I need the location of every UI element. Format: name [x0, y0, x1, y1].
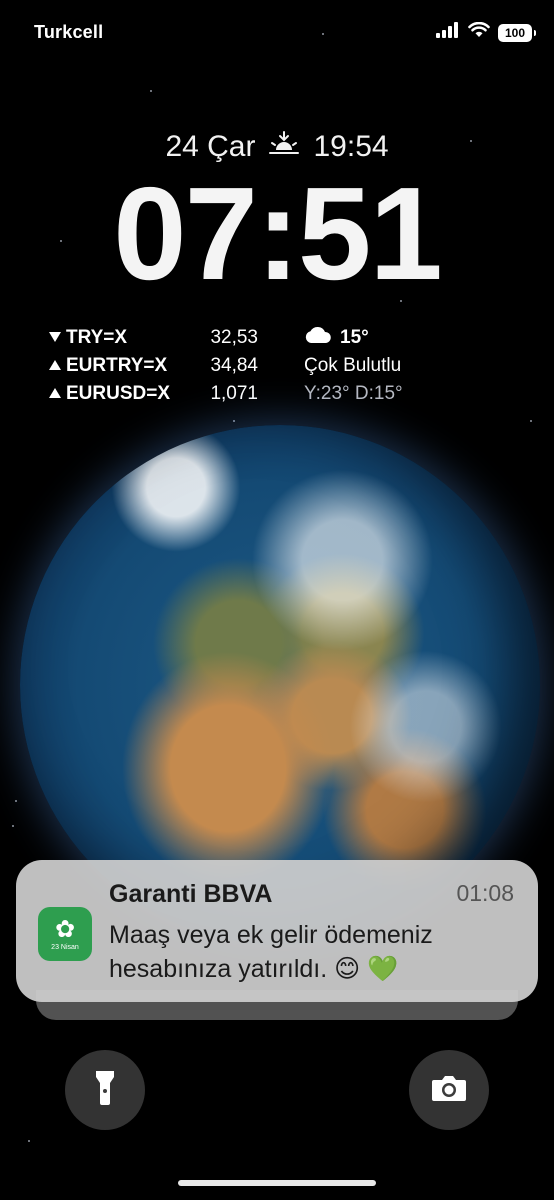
- weather-temp: 15°: [340, 327, 369, 348]
- flashlight-button[interactable]: [65, 1050, 145, 1130]
- notification-body: Maaş veya ek gelir ödemeniz hesabınıza y…: [109, 918, 519, 986]
- date-label: 24 Çar: [165, 130, 256, 163]
- down-arrow-icon: [48, 327, 62, 349]
- notification-app-name: Garanti BBVA: [109, 880, 273, 908]
- stock-symbol: EURTRY=X: [66, 355, 168, 376]
- notification-body-line: Maaş veya ek gelir ödemeniz: [109, 921, 433, 949]
- sunset-time: 19:54: [313, 130, 389, 163]
- cloud-icon: [304, 326, 332, 350]
- garanti-app-icon: ✿ 23 Nisan: [38, 907, 92, 961]
- battery-icon: 100: [498, 23, 536, 42]
- wifi-icon: [468, 21, 490, 43]
- status-icons: 100: [436, 21, 536, 43]
- signal-icon: [436, 22, 460, 43]
- stock-row: EURUSD=X 1,071: [48, 380, 258, 408]
- notification-body-line: hesabınıza yatırıldı. 😊 💚: [109, 955, 399, 983]
- weather-condition: Çok Bulutlu: [304, 355, 402, 376]
- stock-row: EURTRY=X 34,84: [48, 352, 258, 380]
- date-row: 24 Çar 19:54: [0, 130, 554, 164]
- notification-card[interactable]: ✿ 23 Nisan Garanti BBVA 01:08 Maaş veya …: [16, 860, 538, 1002]
- home-indicator[interactable]: [178, 1180, 376, 1186]
- stock-row: TRY=X 32,53: [48, 324, 258, 352]
- status-bar: Turkcell 100: [0, 0, 554, 70]
- up-arrow-icon: [48, 355, 62, 377]
- lockscreen-clock: 07:51: [113, 160, 443, 307]
- stock-value: 1,071: [210, 383, 258, 404]
- sunset-icon: [269, 130, 300, 164]
- stock-symbol: EURUSD=X: [66, 383, 170, 404]
- notification-time: 01:08: [456, 880, 514, 906]
- weather-range: Y:23° D:15°: [304, 383, 403, 404]
- up-arrow-icon: [48, 383, 62, 405]
- flower-icon: ✿: [54, 915, 76, 943]
- camera-button[interactable]: [409, 1050, 489, 1130]
- flashlight-icon: [94, 1069, 116, 1112]
- stocks-widget[interactable]: TRY=X 32,53 EURTRY=X 34,84 EURUSD=X 1,07…: [48, 324, 258, 408]
- camera-icon: [430, 1073, 468, 1108]
- stock-value: 34,84: [210, 355, 258, 376]
- weather-widget[interactable]: 15° Çok Bulutlu Y:23° D:15°: [304, 324, 403, 408]
- app-icon-badge: 23 Nisan: [51, 943, 79, 951]
- carrier-label: Turkcell: [34, 22, 104, 42]
- stock-value: 32,53: [210, 327, 258, 348]
- stock-symbol: TRY=X: [66, 327, 128, 348]
